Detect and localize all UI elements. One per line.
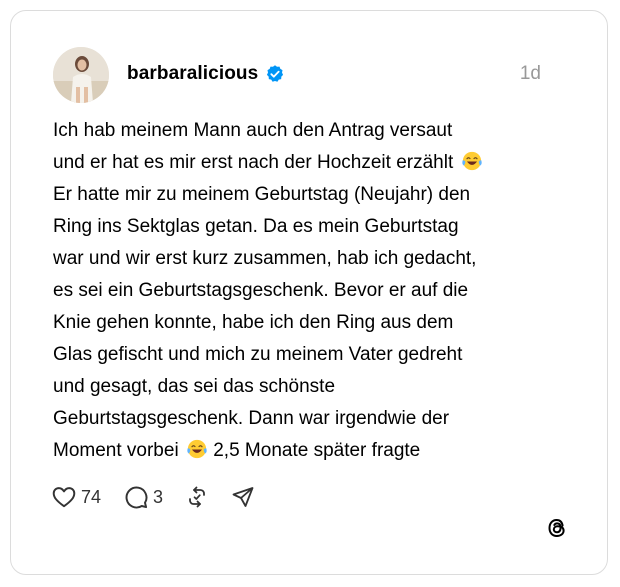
post-line: Er hatte mir zu meinem Geburtstag (Neuja…	[53, 179, 593, 211]
post-card: barbaralicious 1d Ich hab meinem Mann au…	[10, 10, 608, 575]
repost-button[interactable]	[185, 485, 209, 509]
post-line-text: Er hatte mir zu meinem Geburtstag (Neuja…	[53, 184, 471, 205]
share-button[interactable]	[231, 485, 255, 509]
username[interactable]: barbaralicious	[127, 63, 258, 85]
post-line-text: Moment vorbei	[53, 440, 184, 461]
like-count: 74	[81, 486, 102, 507]
reply-button[interactable]: 3	[123, 484, 163, 510]
avatar[interactable]	[53, 47, 109, 103]
post-line-text: 2,5 Monate später fragte	[207, 440, 421, 461]
author-row: barbaralicious	[127, 61, 285, 87]
reply-count: 3	[153, 486, 164, 507]
post-line: Glas gefischt und mich zu meinem Vater g…	[53, 339, 593, 371]
like-button[interactable]: 74	[51, 484, 101, 510]
post-line: und gesagt, das sei das schönste	[53, 371, 593, 403]
post-timestamp: 1d	[519, 63, 541, 84]
post-line: und er hat es mir erst nach der Hochzeit…	[53, 147, 593, 179]
post-body: Ich hab meinem Mann auch den Antrag vers…	[53, 115, 593, 467]
post-line: Knie gehen konnte, habe ich den Ring aus…	[53, 307, 593, 339]
post-line: Ich hab meinem Mann auch den Antrag vers…	[53, 115, 593, 147]
post-line: Geburtstagsgeschenk. Dann war irgendwie …	[53, 403, 593, 435]
post-line-text: Geburtstagsgeschenk. Dann war irgendwie …	[53, 408, 450, 429]
threads-logo-icon[interactable]	[545, 516, 569, 540]
post-line-text: war und wir erst kurz zusammen, hab ich …	[53, 248, 477, 269]
post-line-text: es sei ein Geburtstagsgeschenk. Bevor er…	[53, 280, 469, 301]
verified-badge-icon	[265, 64, 285, 84]
comment-icon	[125, 486, 148, 509]
heart-icon	[52, 487, 76, 508]
post-line-text: Knie gehen konnte, habe ich den Ring aus…	[53, 312, 454, 333]
repost-icon	[189, 486, 205, 508]
post-line-text: und gesagt, das sei das schönste	[53, 376, 336, 397]
action-bar: 74 3	[51, 483, 277, 511]
post-line-text: und er hat es mir erst nach der Hochzeit…	[53, 152, 459, 173]
avatar-image	[53, 47, 109, 103]
post-line: es sei ein Geburtstagsgeschenk. Bevor er…	[53, 275, 593, 307]
post-line-text: Glas gefischt und mich zu meinem Vater g…	[53, 344, 463, 365]
post-line: war und wir erst kurz zusammen, hab ich …	[53, 243, 593, 275]
post-line: Ring ins Sektglas getan. Da es mein Gebu…	[53, 211, 593, 243]
post-line-text: Ich hab meinem Mann auch den Antrag vers…	[53, 120, 453, 141]
face-with-tears-of-joy-icon	[187, 439, 207, 459]
post-line: Moment vorbei 2,5 Monate später fragte	[53, 435, 593, 467]
send-icon	[232, 487, 254, 507]
post-line-text: Ring ins Sektglas getan. Da es mein Gebu…	[53, 216, 459, 237]
face-with-tears-of-joy-icon	[461, 151, 482, 171]
